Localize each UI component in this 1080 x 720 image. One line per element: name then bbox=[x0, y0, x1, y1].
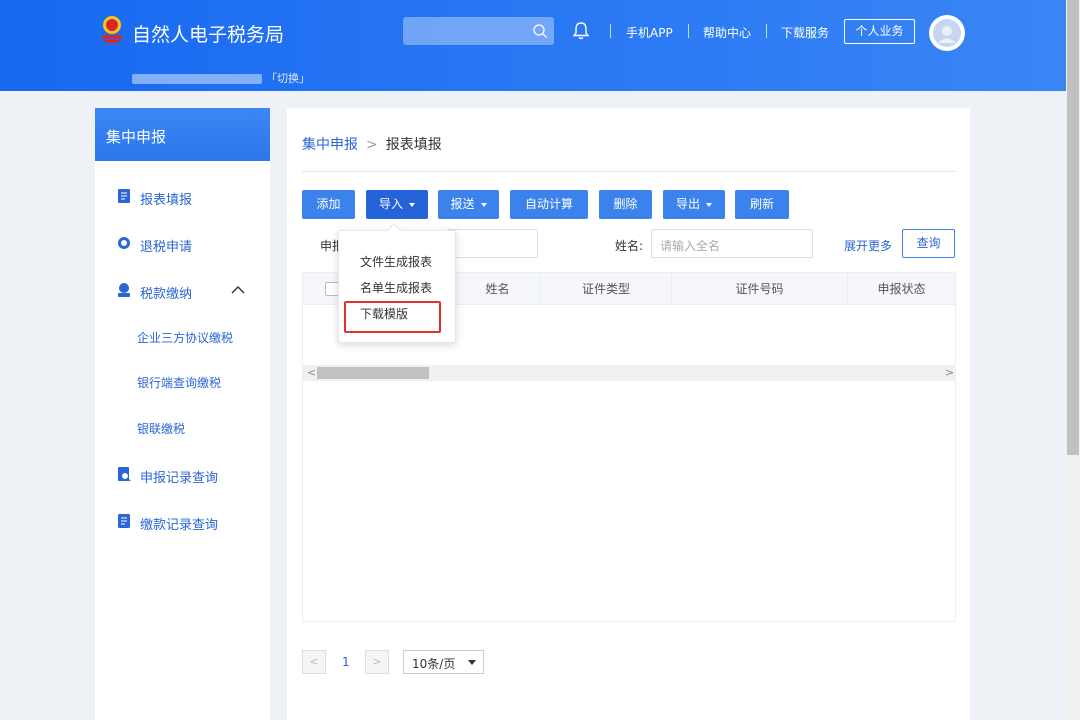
expand-more-link[interactable]: 展开更多 bbox=[844, 237, 892, 254]
scroll-right-icon[interactable]: > bbox=[945, 365, 954, 381]
column-header-status: 申报状态 bbox=[847, 273, 955, 305]
export-button[interactable]: 导出 bbox=[663, 190, 725, 219]
header-divider bbox=[610, 24, 611, 38]
caret-down-icon bbox=[468, 660, 476, 665]
mobile-app-link[interactable]: 手机APP bbox=[626, 24, 673, 41]
sidebar-subitem-unionpay[interactable]: 银联缴税 bbox=[137, 420, 185, 437]
menu-item-file-report[interactable]: 文件生成报表 bbox=[360, 253, 432, 270]
top-header: 自然人电子税务局 「切换」 手机APP 帮助中心 下载服务 个人业务 bbox=[0, 0, 1080, 91]
tax-emblem-icon bbox=[102, 16, 122, 43]
page-scrollbar[interactable] bbox=[1066, 0, 1080, 720]
chevron-right-icon: > bbox=[366, 137, 378, 153]
personal-business-button[interactable]: 个人业务 bbox=[844, 19, 915, 44]
caret-down-icon bbox=[409, 202, 415, 207]
site-title: 自然人电子税务局 bbox=[132, 24, 285, 46]
help-center-link[interactable]: 帮助中心 bbox=[703, 24, 751, 41]
column-header-name: 姓名 bbox=[485, 282, 510, 296]
table-scroll-thumb[interactable] bbox=[317, 367, 429, 379]
tax-payment-icon bbox=[118, 283, 130, 297]
sidebar-item-record-query[interactable]: 申报记录查询 bbox=[95, 460, 270, 490]
page-scroll-thumb[interactable] bbox=[1067, 0, 1079, 455]
send-button[interactable]: 报送 bbox=[438, 190, 499, 219]
breadcrumb-current: 报表填报 bbox=[385, 137, 442, 153]
page-size-select[interactable]: 10条/页 bbox=[403, 650, 484, 674]
sidebar-item-payment-record[interactable]: 缴款记录查询 bbox=[95, 507, 270, 537]
header-divider bbox=[766, 24, 767, 38]
record-search-icon bbox=[118, 467, 131, 482]
search-icon[interactable] bbox=[532, 23, 548, 39]
download-service-link[interactable]: 下载服务 bbox=[781, 24, 829, 41]
refresh-button[interactable]: 刷新 bbox=[735, 190, 789, 219]
refund-icon bbox=[118, 237, 130, 249]
search-input[interactable] bbox=[403, 17, 554, 45]
sidebar-item-tax-payment[interactable]: 税款缴纳 bbox=[95, 276, 270, 306]
breadcrumb-parent[interactable]: 集中申报 bbox=[302, 137, 358, 153]
org-switch[interactable]: 「切换」 bbox=[132, 70, 310, 86]
caret-down-icon bbox=[706, 202, 712, 207]
table-horizontal-scrollbar[interactable]: < > bbox=[303, 365, 955, 381]
prev-page-button[interactable]: < bbox=[302, 650, 326, 674]
name-label: 姓名: bbox=[615, 239, 644, 253]
column-header-id-number: 证件号码 bbox=[671, 273, 847, 305]
sidebar-subitem-tripartite[interactable]: 企业三方协议缴税 bbox=[137, 329, 233, 346]
query-button[interactable]: 查询 bbox=[902, 229, 955, 258]
sidebar-title: 集中申报 bbox=[95, 108, 270, 161]
chevron-up-icon[interactable] bbox=[231, 285, 245, 295]
sidebar: 集中申报 报表填报 退税申请 税款缴纳 企业三方协议缴税 银行端查询缴税 银联缴… bbox=[95, 108, 270, 720]
name-input[interactable]: 请输入全名 bbox=[651, 229, 813, 258]
import-dropdown-menu: 文件生成报表 名单生成报表 下载模版 bbox=[338, 222, 456, 343]
page-number[interactable]: 1 bbox=[342, 655, 350, 669]
form-icon bbox=[118, 189, 130, 203]
header-divider bbox=[688, 24, 689, 38]
menu-item-list-report[interactable]: 名单生成报表 bbox=[360, 279, 432, 296]
main-panel: 集中申报 > 报表填报 添加 导入 报送 自动计算 删除 导出 刷新 申报 姓名: … bbox=[287, 108, 970, 720]
import-button[interactable]: 导入 bbox=[366, 190, 428, 219]
sidebar-item-form-fill[interactable]: 报表填报 bbox=[95, 182, 270, 212]
payment-record-icon bbox=[118, 514, 130, 528]
sidebar-subitem-bank-query[interactable]: 银行端查询缴税 bbox=[137, 374, 221, 391]
select-all-checkbox[interactable] bbox=[325, 282, 339, 296]
breadcrumb: 集中申报 > 报表填报 bbox=[302, 134, 442, 154]
column-header-id-type: 证件类型 bbox=[540, 273, 671, 305]
auto-calc-button[interactable]: 自动计算 bbox=[510, 190, 588, 219]
user-avatar-icon bbox=[933, 19, 961, 47]
add-button[interactable]: 添加 bbox=[302, 190, 355, 219]
delete-button[interactable]: 删除 bbox=[599, 190, 652, 219]
scroll-left-icon[interactable]: < bbox=[307, 365, 316, 381]
avatar[interactable] bbox=[929, 15, 965, 51]
filter-input[interactable] bbox=[447, 229, 538, 258]
divider bbox=[302, 171, 956, 172]
caret-down-icon bbox=[480, 202, 487, 207]
highlight-box bbox=[344, 301, 441, 333]
bell-icon[interactable] bbox=[571, 21, 591, 41]
next-page-button[interactable]: > bbox=[365, 650, 389, 674]
sidebar-item-refund[interactable]: 退税申请 bbox=[95, 229, 270, 259]
